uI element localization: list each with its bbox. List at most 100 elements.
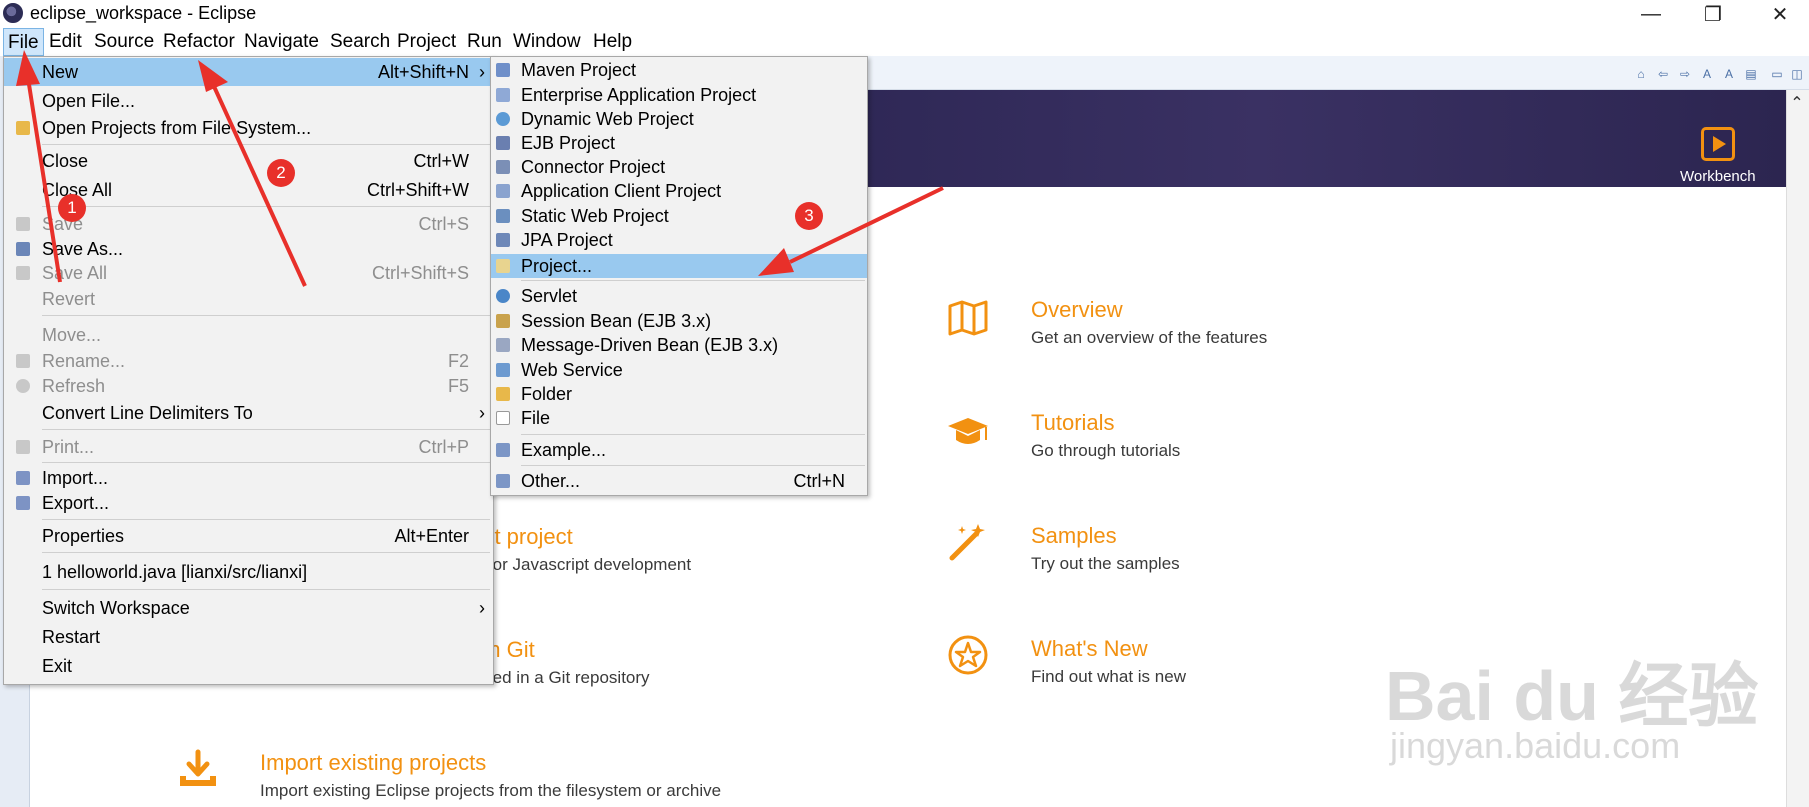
new-web-service[interactable]: Web Service [491,358,867,382]
menu-separator [42,519,490,520]
new-project[interactable]: Project... [491,254,867,278]
app-client-icon [496,184,510,198]
new-enterprise-application-project[interactable]: Enterprise Application Project [491,83,867,107]
project-folder-icon [496,259,510,273]
file-menu-save-as[interactable]: Save As... [4,236,493,262]
new-jpa-project[interactable]: JPA Project [491,228,867,252]
file-menu-convert-line-delimiters[interactable]: Convert Line Delimiters To › [4,400,493,426]
file-menu-new[interactable]: New Alt+Shift+N › [4,58,493,86]
menu-navigate[interactable]: Navigate [240,28,323,56]
new-dynamic-web-project[interactable]: Dynamic Web Project [491,107,867,131]
file-menu-close[interactable]: Close Ctrl+W [4,148,493,174]
file-menu-rename[interactable]: Rename... F2 [4,348,493,374]
file-menu-restart[interactable]: Restart [4,624,493,650]
new-message-driven-bean[interactable]: Message-Driven Bean (EJB 3.x) [491,333,867,357]
new-application-client-project[interactable]: Application Client Project [491,179,867,203]
import-icon [16,471,30,485]
annotation-badge-2: 2 [267,159,295,187]
file-menu-export[interactable]: Export... [4,490,493,516]
jpa-project-icon [496,233,510,247]
menu-source[interactable]: Source [90,28,158,56]
file-menu-properties[interactable]: Properties Alt+Enter [4,523,493,549]
file-menu-save-all[interactable]: Save All Ctrl+Shift+S [4,260,493,286]
new-servlet[interactable]: Servlet [491,284,867,308]
menu-item-label: Static Web Project [521,206,669,226]
menu-item-accel: Ctrl+N [793,471,845,491]
menu-item-accel: Ctrl+W [413,151,470,171]
menu-window[interactable]: Window [509,28,585,56]
print-icon [16,440,30,454]
customize-icon[interactable]: ▤ [1744,67,1758,81]
menu-item-label: Web Service [521,360,623,380]
forward-icon[interactable]: ⇨ [1678,67,1692,81]
menu-file[interactable]: File [3,28,44,56]
star-circle-icon [948,635,988,675]
file-menu-refresh[interactable]: Refresh F5 [4,373,493,399]
new-example[interactable]: Example... [491,438,867,462]
file-menu-open-file[interactable]: Open File... [4,88,493,114]
file-menu-switch-workspace[interactable]: Switch Workspace › [4,595,493,621]
restore-button[interactable]: ❐ [1684,0,1742,28]
samples-link[interactable]: Samples [1031,523,1117,549]
new-ejb-project[interactable]: EJB Project [491,131,867,155]
font-larger-icon[interactable]: A [1722,67,1736,81]
file-menu: New Alt+Shift+N › Open File... Open Proj… [3,56,494,685]
file-menu-revert[interactable]: Revert [4,286,493,312]
menu-item-label: Import... [42,468,109,488]
minimize-button[interactable]: — [1622,0,1680,28]
menu-item-label: Dynamic Web Project [521,109,694,129]
menu-item-label: Servlet [521,286,578,306]
magic-wand-icon [949,524,985,561]
menu-item-label: Message-Driven Bean (EJB 3.x) [521,335,779,355]
file-menu-import[interactable]: Import... [4,465,493,491]
javascript-project-desc: ct for Javascript development [470,555,692,574]
whats-new-link[interactable]: What's New [1031,636,1148,662]
download-tray-icon [180,749,216,786]
graduation-cap-icon [948,418,988,444]
vertical-scrollbar[interactable] [1786,90,1809,807]
web-service-icon [496,363,510,377]
file-menu-exit[interactable]: Exit [4,653,493,679]
file-menu-open-projects[interactable]: Open Projects from File System... [4,115,493,141]
save-all-icon [16,266,30,280]
maximize-view-icon[interactable]: ◫ [1790,67,1804,81]
menu-edit[interactable]: Edit [45,28,86,56]
ejb-project-icon [496,136,510,150]
new-folder[interactable]: Folder [491,382,867,406]
new-file[interactable]: File [491,406,867,430]
import-projects-link[interactable]: Import existing projects [260,750,486,776]
menu-help[interactable]: Help [589,28,636,56]
file-menu-move[interactable]: Move... [4,322,493,348]
import-projects-desc: Import existing Eclipse projects from th… [260,781,722,800]
workbench-label[interactable]: Workbench [1680,168,1756,185]
back-icon[interactable]: ⇦ [1656,67,1670,81]
new-other[interactable]: Other... Ctrl+N [491,469,867,493]
menu-item-label: Maven Project [521,60,637,80]
scroll-up-icon[interactable]: ⌃ [1789,96,1805,112]
menu-run[interactable]: Run [463,28,506,56]
file-menu-print[interactable]: Print... Ctrl+P [4,434,493,460]
new-session-bean[interactable]: Session Bean (EJB 3.x) [491,309,867,333]
overview-link[interactable]: Overview [1031,297,1123,323]
menu-item-label: Close [42,151,89,171]
new-maven-project[interactable]: Maven Project [491,58,867,82]
window-title: eclipse_workspace - Eclipse [30,3,257,23]
menu-separator [521,434,865,435]
font-smaller-icon[interactable]: A [1700,67,1714,81]
menu-refactor[interactable]: Refactor [159,28,239,56]
home-icon[interactable]: ⌂ [1634,67,1648,81]
minimize-view-icon[interactable]: ▭ [1770,67,1784,81]
menu-search[interactable]: Search [326,28,394,56]
close-button[interactable]: ✕ [1751,0,1809,28]
menu-separator [42,144,490,145]
tutorials-desc: Go through tutorials [1031,441,1181,460]
menu-project[interactable]: Project [393,28,460,56]
menu-item-label: Export... [42,493,110,513]
menu-item-label: Open File... [42,91,136,111]
menu-item-label: Convert Line Delimiters To [42,403,253,423]
file-menu-recent-file[interactable]: 1 helloworld.java [lianxi/src/lianxi] [4,559,493,585]
tutorials-link[interactable]: Tutorials [1031,410,1115,436]
new-connector-project[interactable]: Connector Project [491,155,867,179]
workbench-play-icon[interactable] [1701,127,1735,161]
menu-separator [42,429,490,430]
